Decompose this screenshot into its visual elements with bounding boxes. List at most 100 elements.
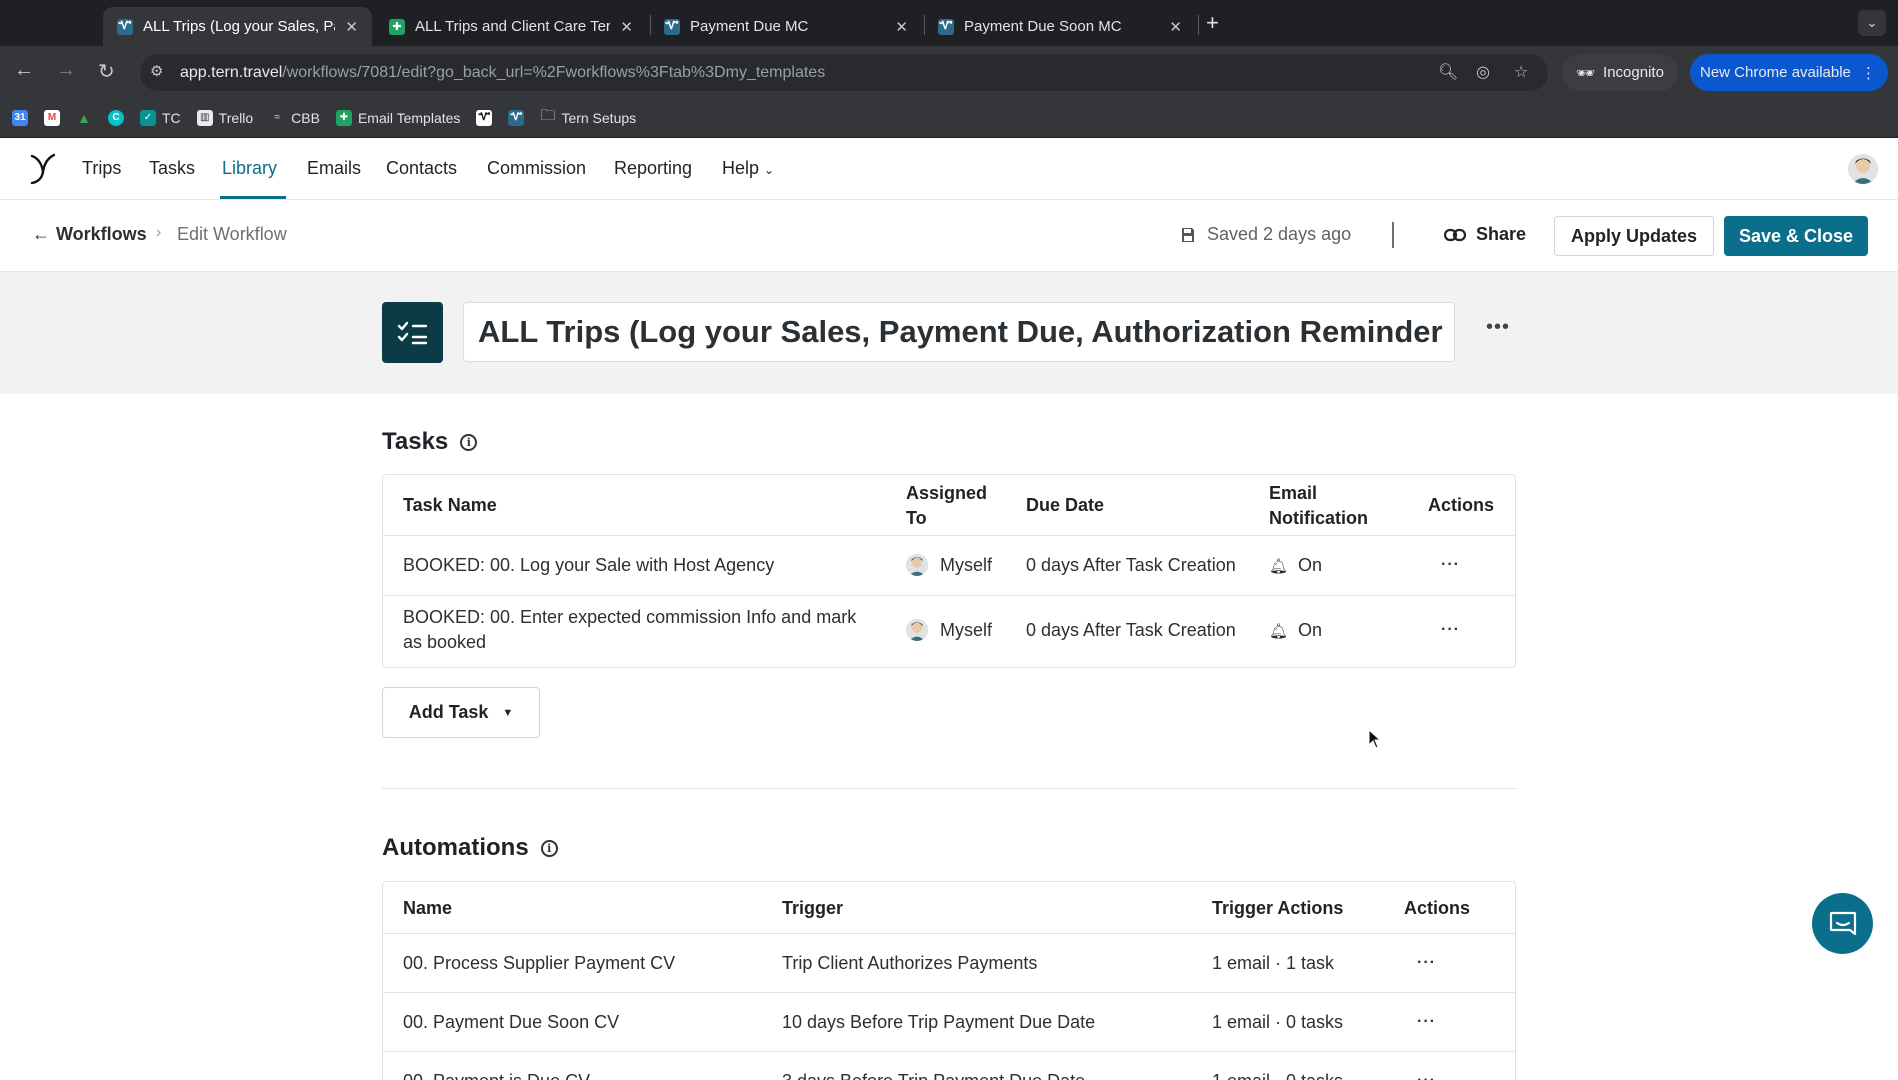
table-row[interactable]: BOOKED: 00. Log your Sale with Host Agen… xyxy=(383,536,1515,596)
trello-icon: ▥ xyxy=(196,109,213,126)
forward-arrow-icon[interactable]: → xyxy=(56,59,76,82)
info-icon[interactable]: i xyxy=(540,839,558,857)
table-row[interactable]: 00. Payment Due Soon CV 10 days Before T… xyxy=(383,993,1515,1052)
chevron-down-icon: ⌄ xyxy=(764,163,775,177)
calendar-bookmark[interactable]: 31 xyxy=(12,109,28,126)
folder-icon: 🗀︎ xyxy=(540,107,556,124)
table-row[interactable]: 00. Payment is Due CV 3 days Before Trip… xyxy=(383,1052,1515,1080)
sheets-icon: ✚ xyxy=(335,109,352,126)
reload-icon[interactable]: ↻ xyxy=(98,59,115,84)
share-button[interactable]: Share xyxy=(1444,224,1526,245)
row-actions-icon[interactable]: ··· xyxy=(1417,1068,1436,1080)
chevron-right-icon: › xyxy=(156,224,162,241)
zoom-icon[interactable]: 🔍︎ xyxy=(1438,62,1458,82)
site-settings-icon[interactable]: ⚙ xyxy=(150,62,163,80)
workflow-title-input[interactable]: ALL Trips (Log your Sales, Payment Due, … xyxy=(463,302,1455,362)
header-divider xyxy=(1392,222,1394,248)
browser-tab-4[interactable]: Ꮙ Payment Due Soon MC ✕ xyxy=(924,7,1196,46)
tern-favicon-icon: Ꮙ xyxy=(508,109,525,126)
automation-name[interactable]: 00. Payment is Due CV xyxy=(403,1069,590,1080)
row-actions-icon[interactable]: ··· xyxy=(1441,617,1460,642)
nav-contacts[interactable]: Contacts xyxy=(386,158,457,179)
browser-tab-3[interactable]: Ꮙ Payment Due MC ✕ xyxy=(650,7,922,46)
link-icon xyxy=(1444,228,1466,241)
table-row[interactable]: BOOKED: 00. Enter expected commission In… xyxy=(383,596,1515,667)
share-label: Share xyxy=(1476,224,1527,244)
nav-commission[interactable]: Commission xyxy=(487,158,586,179)
nav-emails[interactable]: Emails xyxy=(307,158,361,179)
back-arrow-icon[interactable]: ← xyxy=(32,224,50,245)
close-tab-icon[interactable]: ✕ xyxy=(1169,18,1182,36)
tern-bookmark[interactable]: Ꮙ xyxy=(476,109,493,126)
tern-alt-bookmark[interactable]: Ꮙ xyxy=(508,109,525,126)
task-name[interactable]: BOOKED: 00. Log your Sale with Host Agen… xyxy=(403,553,774,578)
new-tab-icon[interactable]: + xyxy=(1206,10,1219,36)
nav-library[interactable]: Library xyxy=(222,158,277,179)
nav-reporting[interactable]: Reporting xyxy=(614,158,692,179)
add-task-label: Add Task xyxy=(408,702,489,722)
bookmark-tern-setups[interactable]: 🗀︎ Tern Setups xyxy=(540,105,636,130)
avatar[interactable] xyxy=(1848,154,1878,184)
back-arrow-icon[interactable]: ← xyxy=(14,59,34,82)
bookmark-cbb[interactable]: ≈ CBB xyxy=(269,110,320,126)
nav-trips[interactable]: Trips xyxy=(82,158,121,179)
address-bar[interactable]: ⚙ app.tern.travel/workflows/7081/edit?go… xyxy=(140,54,1548,91)
close-tab-icon[interactable]: ✕ xyxy=(345,18,358,36)
star-icon[interactable]: ☆ xyxy=(1514,62,1528,82)
browser-tab-strip: Ꮙ ALL Trips (Log your Sales, Pa ✕ ✚ ALL … xyxy=(0,0,1898,46)
floppy-disk-icon xyxy=(1182,227,1194,242)
nav-tasks[interactable]: Tasks xyxy=(149,158,195,179)
bookmark-tc[interactable]: ✓ TC xyxy=(140,109,181,126)
automation-name[interactable]: 00. Process Supplier Payment CV xyxy=(403,951,675,976)
header-trigger[interactable]: Trigger xyxy=(782,896,843,921)
editor-header: ← Workflows › Edit Workflow Saved 2 days… xyxy=(0,200,1898,272)
incognito-indicator[interactable]: 🕶︎ Incognito xyxy=(1562,54,1678,91)
breadcrumb-current: Edit Workflow xyxy=(177,224,287,244)
header-task-name[interactable]: Task Name xyxy=(403,493,497,518)
browser-tab-2[interactable]: ✚ ALL Trips and Client Care Ter ✕ xyxy=(375,7,647,46)
tab-search-icon[interactable]: ⌄ xyxy=(1858,10,1886,36)
update-chrome-button[interactable]: New Chrome available ⋮ xyxy=(1690,54,1888,91)
breadcrumb-workflows[interactable]: Workflows xyxy=(56,224,147,245)
save-close-button[interactable]: Save & Close xyxy=(1724,216,1868,256)
gmail-bookmark[interactable]: M xyxy=(44,109,60,126)
caret-down-icon: ▼ xyxy=(502,706,514,719)
due-date: 0 days After Task Creation xyxy=(1026,620,1236,640)
info-icon[interactable]: i xyxy=(460,433,478,451)
row-actions-icon[interactable]: ··· xyxy=(1417,950,1436,975)
table-row[interactable]: 00. Process Supplier Payment CV Trip Cli… xyxy=(383,934,1515,993)
url-text[interactable]: app.tern.travel/workflows/7081/edit?go_b… xyxy=(180,64,825,82)
header-due-date[interactable]: Due Date xyxy=(1026,493,1104,518)
header-assigned-line2: To xyxy=(906,508,927,528)
bookmark-email-templates[interactable]: ✚ Email Templates xyxy=(335,109,460,126)
browser-tab-1[interactable]: Ꮙ ALL Trips (Log your Sales, Pa ✕ xyxy=(103,7,372,46)
drive-bookmark[interactable]: ▲ xyxy=(76,110,92,126)
bookmark-trello[interactable]: ▥ Trello xyxy=(196,109,253,126)
apply-updates-button[interactable]: Apply Updates xyxy=(1554,216,1714,256)
header-email-line1: Email xyxy=(1269,483,1318,503)
add-task-button[interactable]: Add Task ▼ xyxy=(382,687,540,738)
close-tab-icon[interactable]: ✕ xyxy=(620,18,633,36)
tab-title: ALL Trips (Log your Sales, Pa xyxy=(143,18,336,35)
close-tab-icon[interactable]: ✕ xyxy=(895,18,908,36)
tern-favicon-icon: Ꮙ xyxy=(117,18,133,35)
row-actions-icon[interactable]: ··· xyxy=(1417,1009,1436,1034)
bookmark-label: Tern Setups xyxy=(561,109,637,126)
update-label: New Chrome available xyxy=(1700,64,1851,81)
header-name[interactable]: Name xyxy=(403,896,452,921)
task-name-line1[interactable]: BOOKED: 00. Enter expected commission In… xyxy=(403,605,856,630)
tern-logo-icon[interactable] xyxy=(28,152,58,186)
automation-name[interactable]: 00. Payment Due Soon CV xyxy=(403,1010,619,1035)
header-assigned-line1: Assigned xyxy=(906,483,988,503)
chat-support-button[interactable] xyxy=(1812,893,1873,954)
nav-help[interactable]: Help ⌄ xyxy=(722,158,774,179)
more-options-icon[interactable]: ••• xyxy=(1486,316,1510,339)
avatar xyxy=(906,554,928,576)
row-actions-icon[interactable]: ··· xyxy=(1441,552,1460,577)
task-name-line2[interactable]: as booked xyxy=(403,630,486,655)
canva-bookmark[interactable]: C xyxy=(108,109,124,126)
automation-trigger: 3 days Before Trip Payment Due Date xyxy=(782,1069,1085,1080)
assignee: Myself xyxy=(906,618,992,643)
eye-slash-icon[interactable]: ◎ xyxy=(1476,62,1490,82)
cbb-icon: ≈ xyxy=(274,112,280,123)
